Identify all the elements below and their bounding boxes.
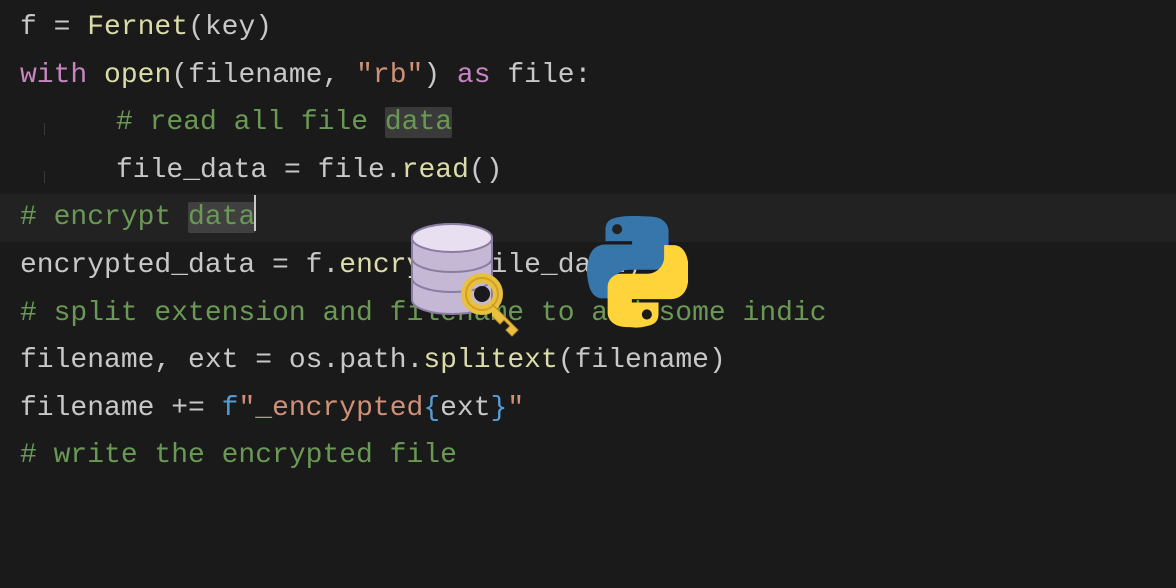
- indent-guide: [44, 171, 45, 183]
- code-line-6: encrypted_data = f.encrypt(file_data): [20, 242, 1156, 290]
- fstring-prefix: f: [222, 393, 239, 424]
- assignment-op: =: [284, 155, 301, 186]
- dot: .: [322, 250, 339, 281]
- dot: .: [407, 345, 424, 376]
- code-line-4: file_data = file.read(): [20, 147, 1156, 195]
- paren-open: (: [558, 345, 575, 376]
- highlighted-data: data: [188, 202, 255, 233]
- variable-key: key: [205, 12, 255, 43]
- paren-open: (: [171, 60, 188, 91]
- highlighted-data: data: [385, 107, 452, 138]
- fstring-brace-open: {: [423, 393, 440, 424]
- method-read: read: [402, 155, 469, 186]
- assignment-op: =: [272, 250, 289, 281]
- text-cursor: [254, 195, 256, 231]
- variable-filename-ext: filename, ext: [20, 345, 255, 376]
- code-line-1: f = Fernet(key): [20, 4, 1156, 52]
- module-path: path: [339, 345, 406, 376]
- module-os: os: [272, 345, 322, 376]
- code-line-9: filename += f"_encrypted{ext}": [20, 385, 1156, 433]
- dot: .: [385, 155, 402, 186]
- variable-file: file:: [491, 60, 592, 91]
- keyword-as: as: [457, 60, 491, 91]
- comment-split-extension: # split extension and filename to add so…: [20, 298, 827, 329]
- variable-file-data: file_data: [474, 250, 625, 281]
- string-encrypted: "_encrypted: [238, 393, 423, 424]
- variable-filename: filename: [188, 60, 322, 91]
- code-line-8: filename, ext = os.path.splitext(filenam…: [20, 337, 1156, 385]
- paren-open: (: [457, 250, 474, 281]
- string-quote-close: ": [507, 393, 524, 424]
- fstring-brace-close: }: [491, 393, 508, 424]
- variable-filename: filename: [20, 393, 171, 424]
- function-open: open: [104, 60, 171, 91]
- code-line-7: # split extension and filename to add so…: [20, 290, 1156, 338]
- comment-write-encrypted: # write the encrypted file: [20, 440, 457, 471]
- comma: ,: [322, 60, 356, 91]
- space: [205, 393, 222, 424]
- assign-plus-eq: +=: [171, 393, 205, 424]
- function-fernet: Fernet: [70, 12, 188, 43]
- variable-f: f: [289, 250, 323, 281]
- dot: .: [322, 345, 339, 376]
- variable-encrypted-data: encrypted_data: [20, 250, 272, 281]
- comment-read-file: # read all file: [116, 107, 385, 138]
- variable-file: file: [301, 155, 385, 186]
- method-encrypt: encrypt: [339, 250, 457, 281]
- paren-close: ): [709, 345, 726, 376]
- code-line-5-active: # encrypt data: [0, 194, 1176, 242]
- variable-ext: ext: [440, 393, 490, 424]
- code-line-3: # read all file data: [20, 99, 1156, 147]
- variable-file-data: file_data: [116, 155, 284, 186]
- variable-f: f: [20, 12, 54, 43]
- variable-filename: filename: [575, 345, 709, 376]
- paren-close: ): [255, 12, 272, 43]
- indent-guide: [44, 123, 45, 135]
- parens: (): [469, 155, 503, 186]
- keyword-with: with: [20, 60, 87, 91]
- assignment-op: =: [54, 12, 71, 43]
- string-rb: "rb": [356, 60, 423, 91]
- code-editor[interactable]: f = Fernet(key) with open(filename, "rb"…: [20, 4, 1156, 480]
- assignment-op: =: [255, 345, 272, 376]
- code-line-10: # write the encrypted file: [20, 432, 1156, 480]
- paren-close: ): [625, 250, 642, 281]
- comment-encrypt-data: # encrypt: [20, 202, 188, 233]
- function-splitext: splitext: [423, 345, 557, 376]
- space: [87, 60, 104, 91]
- paren-close: ): [423, 60, 457, 91]
- paren-open: (: [188, 12, 205, 43]
- code-line-2: with open(filename, "rb") as file:: [20, 52, 1156, 100]
